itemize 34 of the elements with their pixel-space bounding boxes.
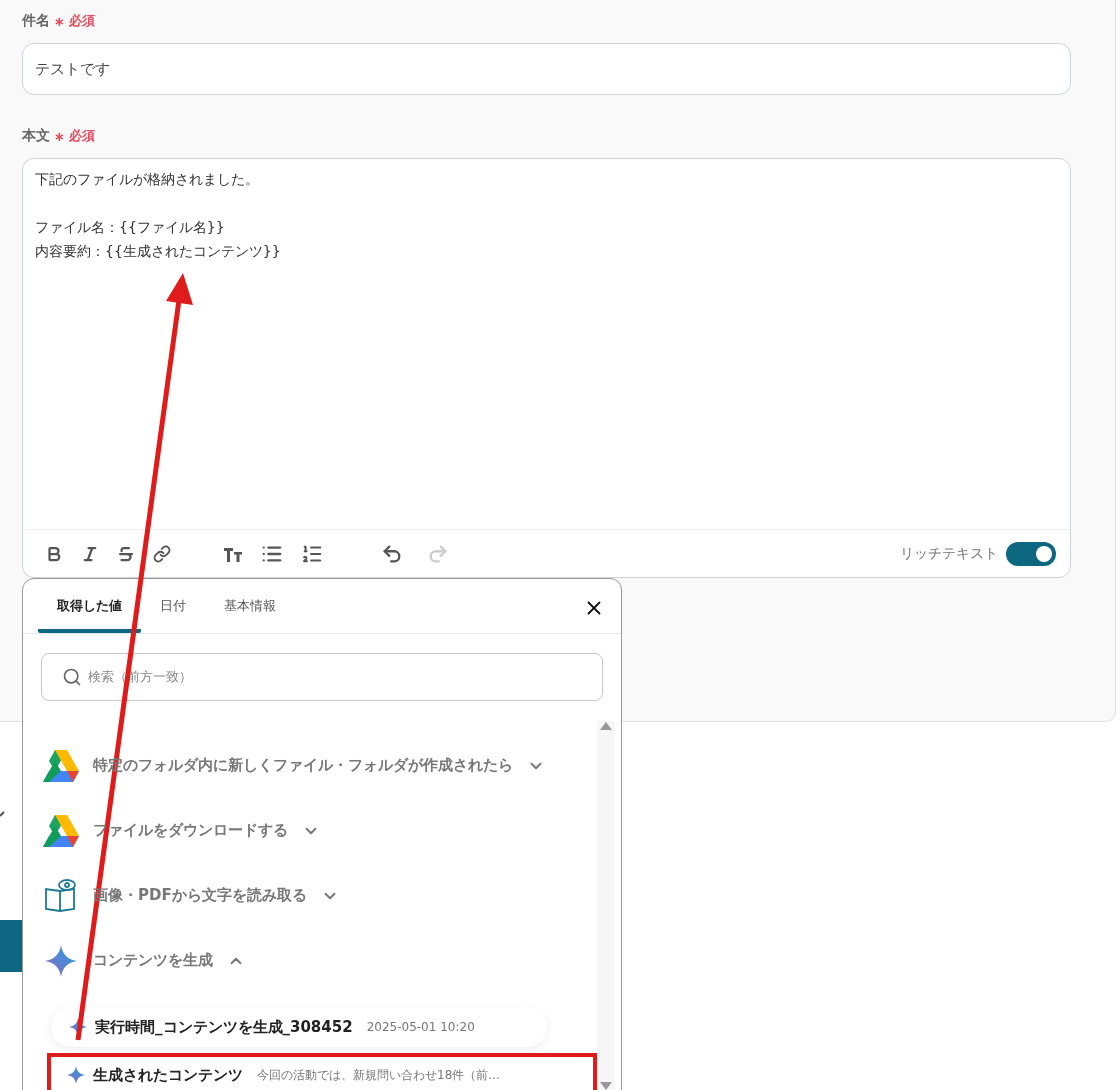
rich-text-toggle[interactable]	[1006, 541, 1056, 566]
rich-text-label: リッチテキスト	[900, 544, 998, 563]
body-editor[interactable]: 下記のファイルが格納されました。 ファイル名：{{ファイル名}} 内容要約：{{生成されたコンテンツ}} リッチテキスト	[22, 158, 1071, 578]
field-label: 件名	[22, 12, 50, 30]
body-text-line: ファイル名：{{ファイル名}}	[35, 218, 226, 237]
field-label: 本文	[22, 127, 50, 145]
book-eye-icon	[44, 878, 78, 913]
required-label: 必須	[68, 127, 95, 145]
scrollbar[interactable]	[597, 721, 615, 1090]
picker-tab[interactable]: 基本情報	[205, 579, 295, 633]
subject-field[interactable]: テストです	[22, 43, 1071, 95]
italic-button[interactable]	[81, 544, 99, 563]
step-group[interactable]: コンテンツを生成	[43, 928, 597, 993]
button-background	[0, 920, 22, 972]
search-icon	[62, 667, 82, 687]
required-asterisk: ∗	[54, 13, 65, 29]
drive-icon	[43, 814, 79, 847]
undo-button[interactable]	[381, 542, 403, 565]
caret-icon	[0, 810, 6, 818]
required-label: 必須	[68, 12, 95, 30]
variable-item[interactable]: 生成されたコンテンツ 今回の活動では、新規問い合わせ18件（前...	[47, 1053, 597, 1090]
scroll-down-icon[interactable]	[599, 1081, 613, 1090]
body-text-line: 下記のファイルが格納されました。	[35, 170, 260, 189]
picker-tab[interactable]: 取得した値	[38, 579, 141, 633]
body-text-line: 内容要約：{{生成されたコンテンツ}}	[35, 242, 282, 261]
sparkle-icon	[45, 944, 77, 977]
sparkle-icon	[67, 1066, 85, 1084]
variable-item[interactable]: 実行時間_コンテンツを生成_308452 2025-05-01 10:20	[51, 1007, 547, 1047]
link-button[interactable]	[153, 544, 171, 563]
strikethrough-button[interactable]	[117, 544, 135, 563]
picker-tab[interactable]: 日付	[141, 579, 205, 633]
bold-button[interactable]	[45, 544, 63, 563]
drive-icon	[43, 749, 79, 782]
required-asterisk: ∗	[54, 128, 65, 144]
